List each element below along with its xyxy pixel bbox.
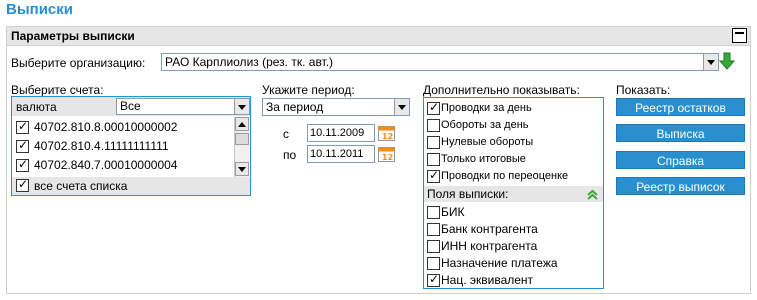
date-from-input[interactable]: 10.11.2009 — [307, 124, 375, 142]
option-checkbox[interactable] — [427, 153, 440, 166]
calendar-number: 12 — [382, 132, 393, 141]
currency-selected: Все — [120, 99, 141, 113]
option-checkbox[interactable] — [427, 136, 440, 149]
accounts-list: валюта Все 40702.810.8.00010000002 40702… — [11, 96, 251, 196]
field-checkbox[interactable] — [427, 257, 440, 270]
fields-header-label: Поля выписки: — [427, 187, 509, 201]
option-checkbox[interactable] — [427, 100, 440, 115]
option-label: Проводки по переоценке — [441, 170, 569, 182]
account-checkbox[interactable] — [16, 157, 29, 172]
double-chevron-up-icon[interactable] — [587, 189, 598, 200]
organization-select[interactable]: РАО Карплиолиз (рез. тк. авт.) — [161, 53, 719, 71]
field-checkbox[interactable] — [427, 206, 440, 219]
currency-row: валюта Все — [12, 97, 250, 116]
minus-box-icon[interactable] — [732, 28, 747, 43]
option-label: Только итоговые — [441, 153, 526, 165]
scroll-thumb[interactable] — [235, 133, 249, 145]
accounts-scrollbar[interactable] — [234, 117, 249, 177]
statements-registry-button[interactable]: Реестр выписок — [616, 177, 745, 195]
panel-title: Параметры выписки — [11, 29, 135, 43]
calendar-icon[interactable]: 12 — [378, 124, 395, 141]
period-selected: За период — [266, 100, 324, 114]
chevron-down-icon[interactable] — [234, 99, 249, 114]
all-accounts-checkbox[interactable] — [16, 177, 29, 192]
option-label: Обороты за день — [441, 119, 529, 131]
balances-registry-button[interactable]: Реестр остатков — [616, 98, 745, 116]
account-number: 40702.810.4.11111111111 — [34, 139, 169, 153]
currency-label: валюта — [16, 100, 57, 114]
accounts-label: Выберите счета: — [11, 83, 104, 97]
chevron-down-icon[interactable] — [703, 54, 718, 70]
extra-label: Дополнительно показывать: — [423, 83, 580, 97]
period-label: Укажите период: — [262, 83, 355, 97]
account-checkbox[interactable] — [16, 138, 29, 153]
field-label: ИНН контрагента — [441, 239, 538, 253]
page-title: Выписки — [6, 1, 73, 18]
field-label: Нац. эквивалент — [441, 273, 534, 287]
account-number: 40702.840.7.00010000004 — [34, 158, 178, 172]
fields-header: Поля выписки: — [424, 186, 603, 202]
option-label: Проводки за день — [441, 102, 532, 114]
scroll-up-icon[interactable] — [235, 117, 249, 131]
all-accounts-label: все счета списка — [34, 179, 128, 193]
option-checkbox[interactable] — [427, 119, 440, 132]
field-checkbox[interactable] — [427, 240, 440, 253]
organization-selected: РАО Карплиолиз (рез. тк. авт.) — [165, 55, 334, 69]
green-down-arrow-icon[interactable] — [718, 52, 736, 70]
date-from-label: с — [283, 127, 289, 141]
field-label: Банк контрагента — [441, 222, 538, 236]
account-number: 40702.810.8.00010000002 — [34, 120, 178, 134]
period-select[interactable]: За период — [262, 98, 410, 116]
chevron-down-icon[interactable] — [394, 99, 409, 115]
field-label: БИК — [441, 205, 465, 219]
extra-options-box: Проводки за день Обороты за день Нулевые… — [423, 97, 604, 289]
currency-select[interactable]: Все — [116, 98, 250, 115]
field-checkbox[interactable] — [427, 272, 440, 287]
all-accounts-row: все счета списка — [12, 177, 250, 195]
field-checkbox[interactable] — [427, 223, 440, 236]
organization-label: Выберите организацию: — [11, 56, 146, 70]
option-label: Нулевые обороты — [441, 136, 534, 148]
statement-button[interactable]: Выписка — [616, 124, 745, 142]
scroll-down-icon[interactable] — [235, 162, 249, 176]
calendar-icon[interactable]: 12 — [378, 145, 395, 162]
account-checkbox[interactable] — [16, 119, 29, 134]
date-to-label: по — [283, 148, 297, 162]
date-to-input[interactable]: 10.11.2011 — [307, 145, 375, 163]
option-checkbox[interactable] — [427, 168, 440, 183]
panel-header: Параметры выписки — [7, 27, 750, 46]
certificate-button[interactable]: Справка — [616, 151, 745, 169]
field-label: Назначение платежа — [441, 256, 558, 270]
show-label: Показать: — [616, 83, 671, 97]
calendar-number: 12 — [382, 153, 393, 162]
statement-params-panel: Параметры выписки Выберите организацию: … — [6, 26, 751, 294]
